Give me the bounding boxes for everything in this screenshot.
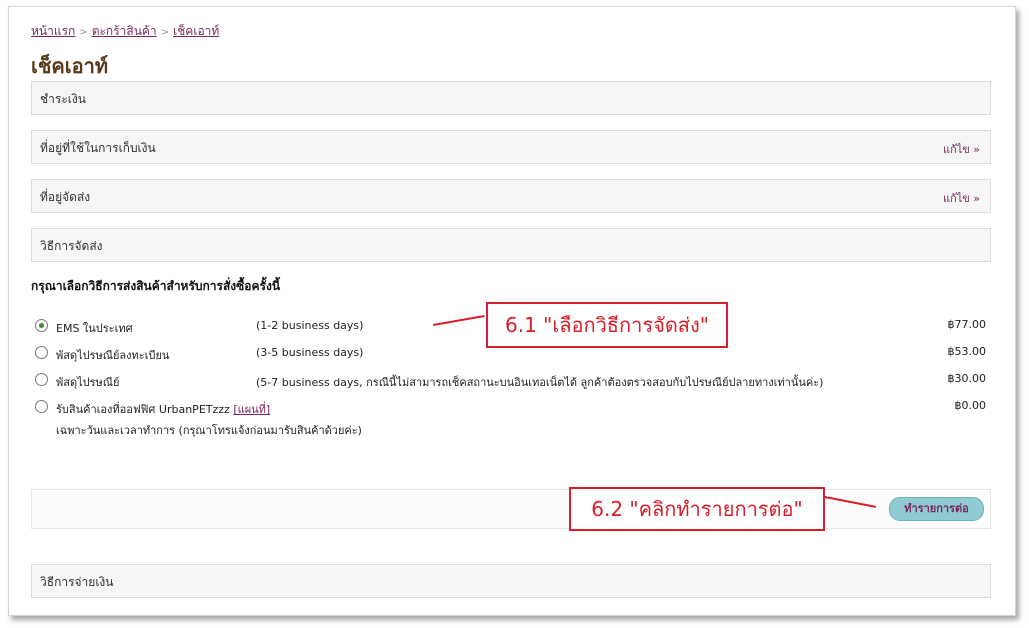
section-billing-address[interactable]: ที่อยู่ที่ใช้ในการเก็บเงิน แก้ไข »: [31, 130, 991, 164]
section-shipping-method: วิธีการจัดส่ง: [31, 228, 991, 262]
breadcrumb-separator: >: [79, 27, 88, 38]
shipping-option-pickup[interactable]: รับสินค้าเองที่ออฟฟิศ UrbanPETzzz [แผนที…: [56, 400, 270, 418]
shipping-option-name[interactable]: พัสดุไปรษณีย์: [56, 373, 119, 391]
callout-step-6-2: 6.2 "คลิกทำรายการต่อ": [569, 487, 825, 531]
shipping-option-price: ฿53.00: [947, 345, 987, 358]
shipping-address-edit-link[interactable]: แก้ไข »: [943, 189, 980, 207]
breadcrumb-home-link[interactable]: หน้าแรก: [31, 24, 75, 38]
action-bar: [31, 489, 991, 529]
continue-button[interactable]: ทำรายการต่อ: [889, 497, 984, 521]
shipping-option-price: ฿0.00: [954, 399, 987, 412]
section-payment[interactable]: ชำระเงิน: [31, 81, 991, 115]
section-payment-method-label: วิธีการจ่ายเงิน: [40, 575, 114, 589]
shipping-radio-parcel[interactable]: [35, 373, 48, 386]
pickup-note: เฉพาะวันและเวลาทำการ (กรุณาโทรแจ้งก่อนมา…: [56, 424, 362, 437]
section-billing-label: ที่อยู่ที่ใช้ในการเก็บเงิน: [40, 141, 156, 155]
shipping-option-price: ฿30.00: [947, 372, 987, 385]
shipping-option-name[interactable]: EMS ในประเทศ: [56, 319, 133, 337]
shipping-radio-pickup[interactable]: [35, 400, 48, 413]
section-payment-method[interactable]: วิธีการจ่ายเงิน: [31, 564, 991, 598]
shipping-option-name: รับสินค้าเองที่ออฟฟิศ UrbanPETzzz: [56, 403, 230, 416]
shipping-radio-ems[interactable]: [35, 319, 48, 332]
shipping-option-desc: (5-7 business days, กรณีนี้ไม่สามารถเช็ค…: [256, 376, 824, 389]
callout-step-6-1: 6.1 "เลือกวิธีการจัดส่ง": [486, 302, 728, 348]
shipping-option-price: ฿77.00: [947, 318, 987, 331]
map-link[interactable]: [แผนที่]: [233, 403, 270, 416]
breadcrumb-checkout-link[interactable]: เช็คเอาท์: [173, 24, 219, 38]
billing-edit-link[interactable]: แก้ไข »: [943, 140, 980, 158]
section-shipping-method-label: วิธีการจัดส่ง: [40, 239, 103, 253]
shipping-option-desc: (1-2 business days): [256, 319, 364, 332]
section-shipping-address[interactable]: ที่อยู่จัดส่ง แก้ไข »: [31, 179, 991, 213]
shipping-radio-registered[interactable]: [35, 346, 48, 359]
page-title: เช็คเอาท์: [31, 54, 109, 78]
breadcrumb-cart-link[interactable]: ตะกร้าสินค้า: [92, 24, 157, 38]
shipping-option-desc: (3-5 business days): [256, 346, 364, 359]
breadcrumb-separator: >: [160, 27, 170, 38]
shipping-prompt: กรุณาเลือกวิธีการส่งสินค้าสำหรับการสั่งซ…: [31, 279, 281, 293]
section-payment-label: ชำระเงิน: [40, 92, 86, 106]
section-shipping-address-label: ที่อยู่จัดส่ง: [40, 190, 91, 204]
breadcrumb: หน้าแรก > ตะกร้าสินค้า > เช็คเอาท์: [31, 22, 219, 41]
shipping-option-name[interactable]: พัสดุไปรษณีย์ลงทะเบียน: [56, 346, 169, 364]
